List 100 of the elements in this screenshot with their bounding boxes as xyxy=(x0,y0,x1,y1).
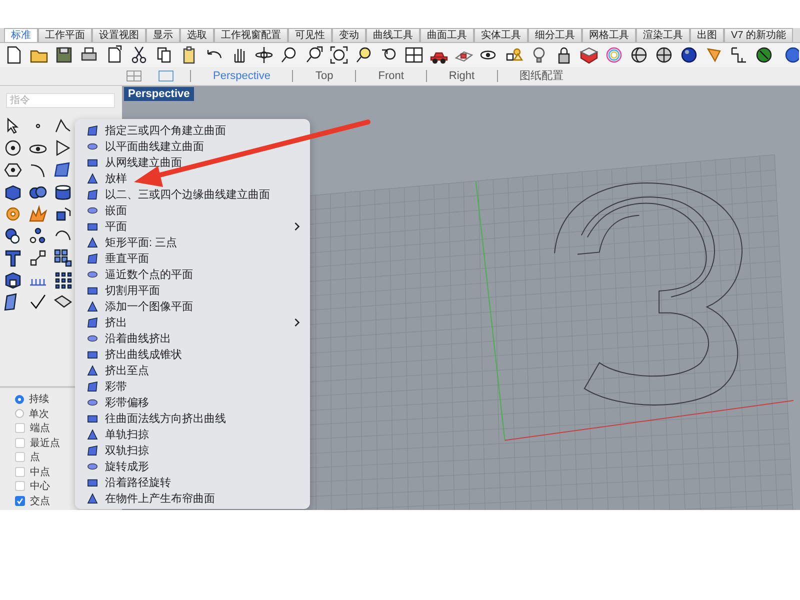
menu-item[interactable]: 挤出曲线成锥状 xyxy=(75,346,310,362)
panel-icon xyxy=(87,412,98,424)
menu-item[interactable]: 彩带 xyxy=(75,378,310,394)
menu-item[interactable]: 往曲面法线方向挤出曲线 xyxy=(75,410,310,426)
render-ball-icon[interactable] xyxy=(754,45,774,65)
triangle-icon xyxy=(87,428,98,440)
surface-patch-icon xyxy=(87,124,98,136)
surface-patch-icon xyxy=(87,444,98,456)
toolbar-tab[interactable]: 网格工具 xyxy=(582,28,636,42)
surface-patch-icon xyxy=(87,316,98,328)
toolbar-tab[interactable]: 工作视窗配置 xyxy=(214,28,288,42)
cylinder-icon[interactable] xyxy=(53,182,73,202)
surface-patch-icon xyxy=(87,188,98,200)
triangle-icon xyxy=(87,172,98,184)
toolbar-tab[interactable]: 标准 xyxy=(4,28,38,42)
dimension-icon[interactable] xyxy=(729,45,749,65)
snap-option-label: 最近点 xyxy=(30,436,60,450)
menu-item[interactable]: 挤出 xyxy=(75,314,310,330)
snap-option-label: 单次 xyxy=(29,408,49,421)
view-tab[interactable]: Perspective xyxy=(190,70,292,82)
menu-item[interactable]: 放样 xyxy=(75,170,310,186)
toolbar-tab[interactable]: 实体工具 xyxy=(474,28,528,42)
menu-item[interactable]: 以平面曲线建立曲面 xyxy=(75,138,310,154)
circle-icon[interactable] xyxy=(3,138,23,158)
view-tab[interactable]: Top xyxy=(292,70,356,82)
color-wheel-icon[interactable] xyxy=(604,45,624,65)
toolbar-tab[interactable]: 选取 xyxy=(180,28,214,42)
viewport-title[interactable]: Perspective xyxy=(124,87,194,101)
four-viewports-icon[interactable] xyxy=(404,45,424,65)
menu-item[interactable]: 矩形平面: 三点 xyxy=(75,234,310,250)
menu-item[interactable]: 指定三或四个角建立曲面 xyxy=(75,122,310,138)
triangle-icon xyxy=(87,300,98,312)
scale-icon[interactable] xyxy=(28,248,48,268)
layers-icon[interactable] xyxy=(579,45,599,65)
toolbar-tab[interactable]: 曲面工具 xyxy=(420,28,474,42)
dot-grid-icon[interactable] xyxy=(53,270,73,290)
toolbar-tab[interactable]: 渲染工具 xyxy=(636,28,690,42)
checkbox[interactable] xyxy=(15,438,25,448)
snap-option-label: 中点 xyxy=(30,466,50,479)
snap-option-label: 交点 xyxy=(30,494,50,508)
menu-item[interactable]: 从网线建立曲面 xyxy=(75,154,310,170)
text-tool-icon[interactable] xyxy=(3,248,23,268)
dots-icon[interactable] xyxy=(28,226,48,246)
orbit-icon[interactable] xyxy=(254,45,274,65)
menu-item[interactable]: 添加一个图像平面 xyxy=(75,298,310,314)
panel-icon xyxy=(87,156,98,168)
menu-item[interactable]: 平面 xyxy=(75,218,310,234)
menu-item[interactable]: 垂直平面 xyxy=(75,250,310,266)
toolbar-tab[interactable]: 显示 xyxy=(146,28,180,42)
array-icon[interactable] xyxy=(53,248,73,268)
save-icon[interactable] xyxy=(54,45,74,65)
view-tab[interactable]: Right xyxy=(426,70,497,82)
toolbar-tab[interactable]: 设置视图 xyxy=(92,28,146,42)
panel-icon xyxy=(87,348,98,360)
surface-patch-icon xyxy=(87,380,98,392)
menu-item[interactable]: 单轨扫掠 xyxy=(75,426,310,442)
menu-item[interactable]: 以二、三或四个边缘曲线建立曲面 xyxy=(75,186,310,202)
view-tab[interactable]: 图纸配置 xyxy=(496,70,586,82)
sphere-icon[interactable] xyxy=(679,45,699,65)
radio-button[interactable] xyxy=(15,394,24,404)
triangle-icon xyxy=(87,236,98,248)
menu-item[interactable]: 沿着曲线挤出 xyxy=(75,330,310,346)
toolbar-tab[interactable]: 出图 xyxy=(690,28,724,42)
menu-item[interactable]: 逼近数个点的平面 xyxy=(75,266,310,282)
view-tab[interactable]: Front xyxy=(355,70,426,82)
zoom-extents-icon[interactable] xyxy=(329,45,349,65)
command-field[interactable]: 指令 xyxy=(6,93,115,108)
menu-item[interactable]: 沿着路径旋转 xyxy=(75,474,310,490)
burst-icon[interactable] xyxy=(28,204,48,224)
triangle-icon xyxy=(87,492,98,504)
radio-button[interactable] xyxy=(15,409,24,418)
checkbox[interactable] xyxy=(15,452,25,462)
checkbox[interactable] xyxy=(15,466,25,477)
menu-item[interactable]: 切割用平面 xyxy=(75,282,310,298)
menu-item[interactable]: 嵌面 xyxy=(75,202,310,218)
surface-patch-icon xyxy=(87,252,98,264)
solid-icon[interactable] xyxy=(3,270,23,290)
checkbox[interactable] xyxy=(15,496,25,506)
snap-option-label: 端点 xyxy=(30,422,50,436)
menu-item[interactable]: 旋转成形 xyxy=(75,458,310,474)
menu-item[interactable]: 双轨扫掠 xyxy=(75,442,310,458)
menu-item[interactable]: 挤出至点 xyxy=(75,362,310,378)
toolbar-tab[interactable]: 细分工具 xyxy=(528,28,582,42)
menu-item[interactable]: 彩带偏移 xyxy=(75,394,310,410)
panel-icon xyxy=(87,284,98,296)
toolbar-tab[interactable]: 曲线工具 xyxy=(366,28,420,42)
checkbox[interactable] xyxy=(15,481,25,492)
sphere-wireframe-icon[interactable] xyxy=(629,45,649,65)
toolbar-tab[interactable]: 变动 xyxy=(332,28,366,42)
toolbar-tab[interactable]: 工作平面 xyxy=(38,28,92,42)
toolbar-tab[interactable]: V7 的新功能 xyxy=(724,28,794,42)
zoom-window-icon[interactable] xyxy=(304,45,324,65)
toolbar-tab[interactable]: 可见性 xyxy=(288,28,332,42)
scissors-icon[interactable] xyxy=(129,45,149,65)
panel-icon xyxy=(87,220,98,232)
menu-item[interactable]: 在物件上产生布帘曲面 xyxy=(75,490,310,506)
sphere-grid-icon[interactable] xyxy=(654,45,674,65)
checkbox[interactable] xyxy=(15,423,25,434)
snap-option-label: 持续 xyxy=(29,392,49,406)
snap-option-label: 点 xyxy=(30,450,40,464)
